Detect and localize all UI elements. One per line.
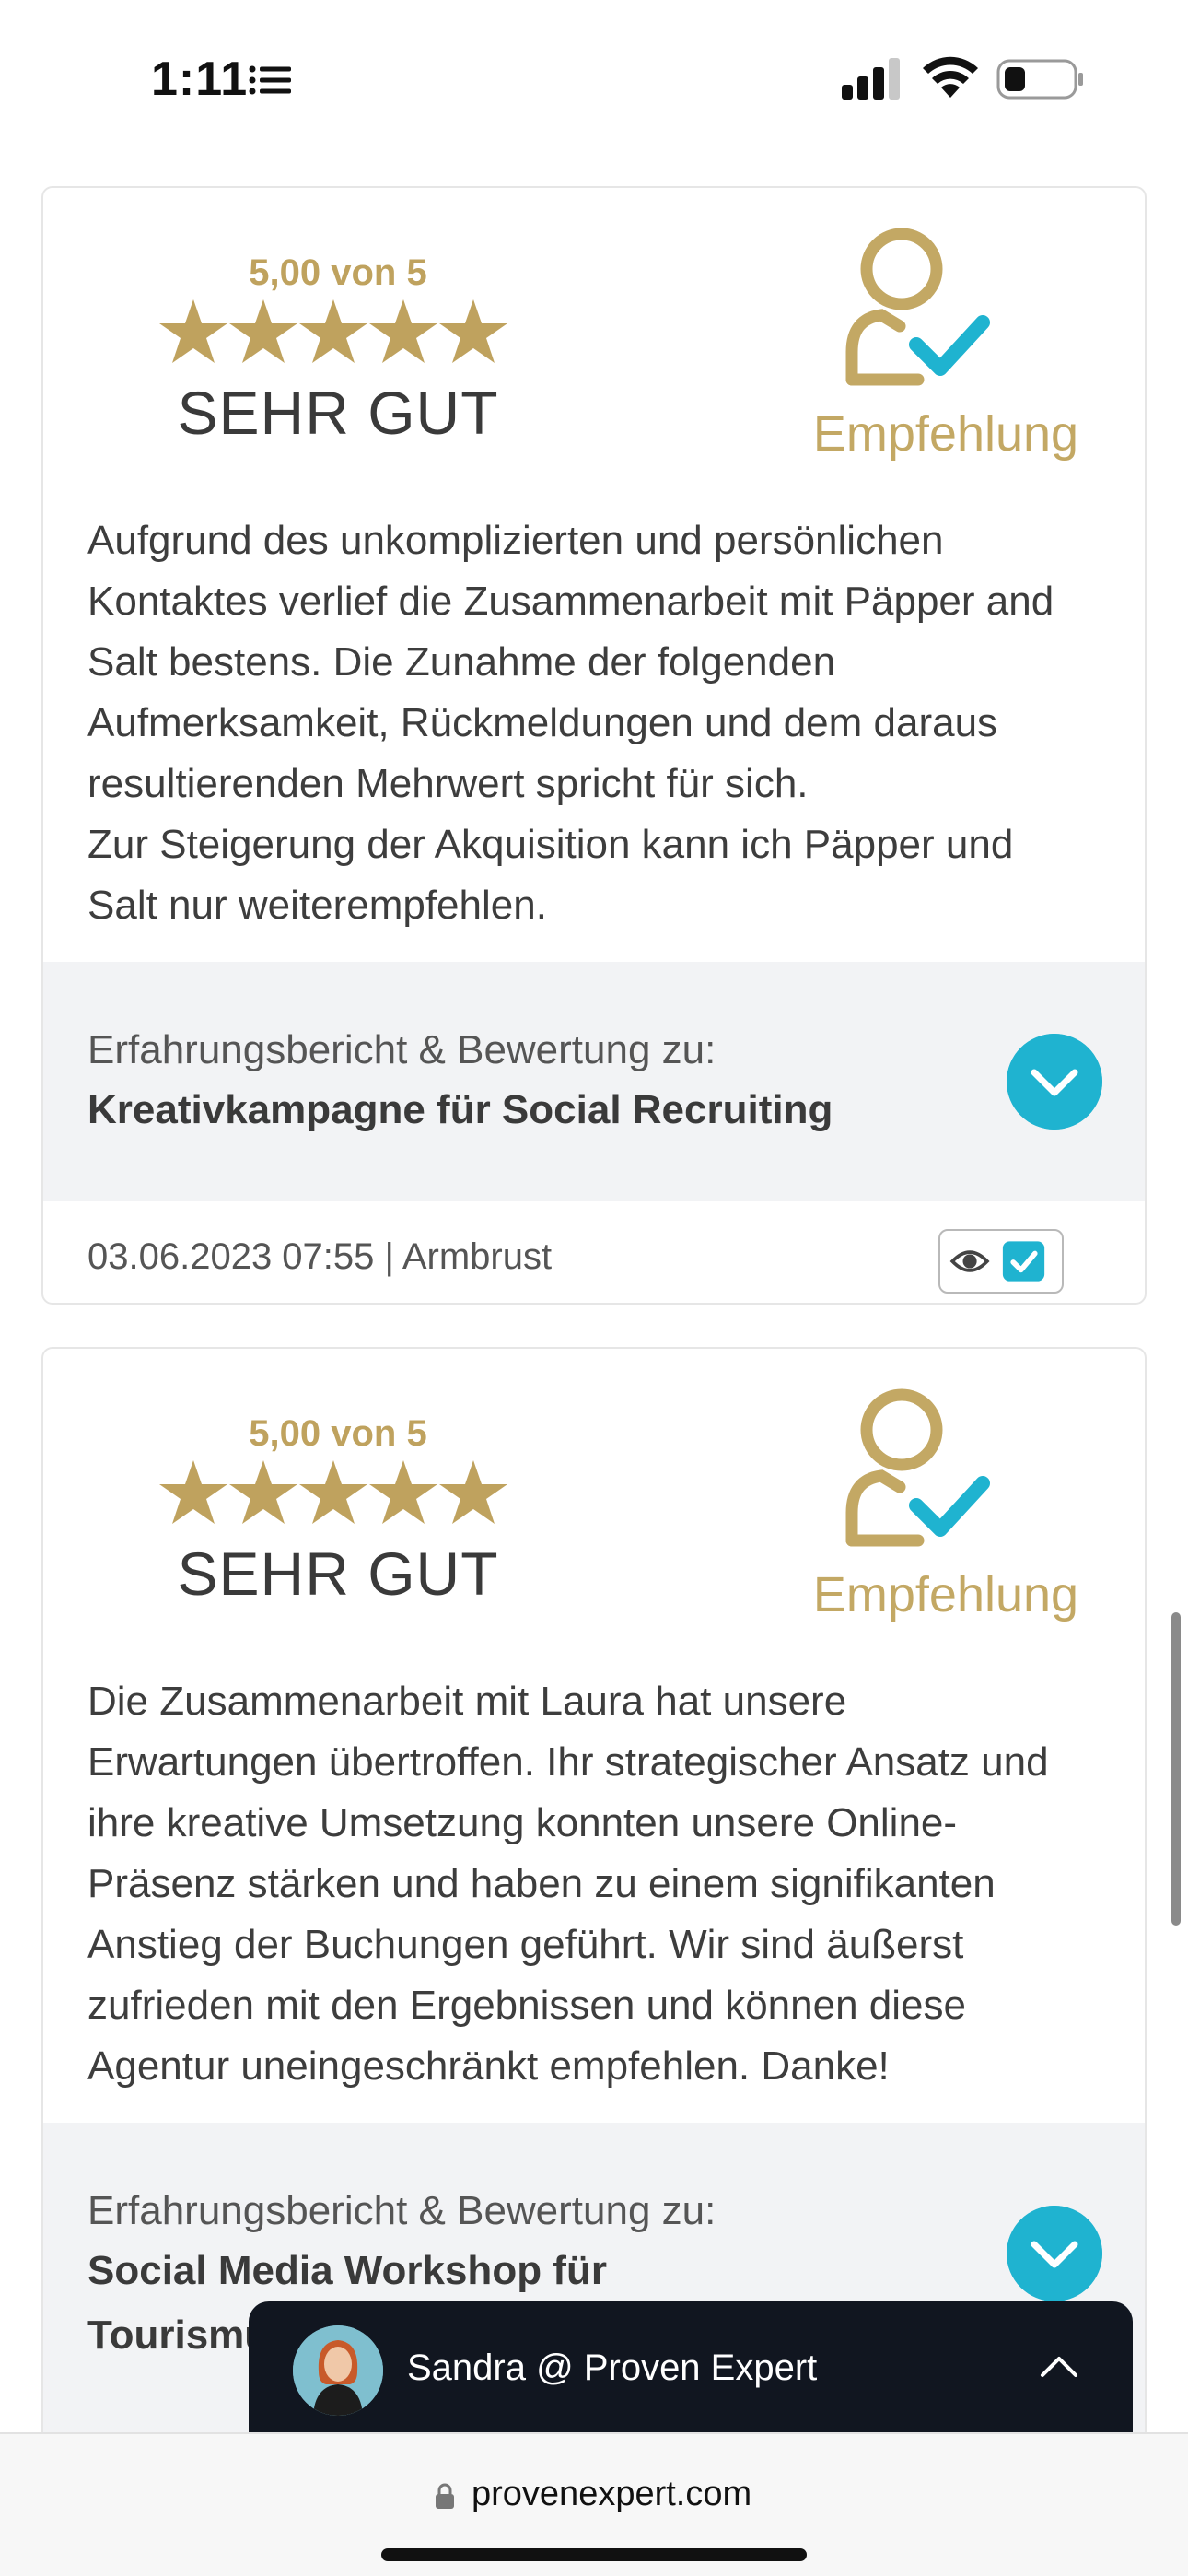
star-rating-icon [159,299,507,363]
review-text-line: resultierenden Mehrwert spricht für sich… [87,761,809,806]
verified-review-badge-icon[interactable] [938,1229,1064,1294]
review-text-line: Aufgrund des unkomplizierten und persönl… [87,518,944,563]
project-box: Erfahrungsbericht & Bewertung zu: Kreati… [43,962,1145,1201]
review-text-line: Salt bestens. Die Zunahme der folgenden [87,639,836,685]
chat-agent-label: Sandra @ Proven Expert [407,2348,818,2388]
recommendation-user-check-icon [845,1388,990,1547]
chat-widget[interactable]: Sandra @ Proven Expert [249,2301,1133,2440]
recommendation-label: Empfehlung [812,1567,1079,1622]
status-bar: 1:11 [0,0,1188,157]
avatar-person-icon [293,2325,383,2416]
status-time: 1:11 [151,53,249,106]
expand-chevron-button[interactable] [1007,1034,1102,1130]
rating-score: 5,00 von 5 [249,252,427,293]
project-caption: Erfahrungsbericht & Bewertung zu: [87,2188,716,2233]
review-text-line: Die Zusammenarbeit mit Laura hat unsere [87,1679,847,1724]
url-text[interactable]: provenexpert.com [472,2475,751,2514]
review-text-line: Salt nur weiterempfehlen. [87,883,547,928]
scroll-indicator[interactable] [1171,1612,1181,1926]
review-text-line: Erwartungen übertroffen. Ihr strategisch… [87,1739,1049,1785]
rating-score: 5,00 von 5 [249,1413,427,1454]
project-caption: Erfahrungsbericht & Bewertung zu: [87,1027,716,1072]
review-text-line: Anstieg der Buchungen geführt. Wir sind … [87,1922,964,1967]
expand-chevron-button[interactable] [1007,2206,1102,2301]
review-header: 5,00 von 5 SEHR GUT Empfehlung [43,1349,1145,1671]
review-card: 5,00 von 5 SEHR GUT Empfehlung Die Zusam… [41,1347,1147,2453]
chevron-up-icon[interactable] [1039,2353,1079,2381]
avatar [293,2325,383,2416]
review-text-line: Agentur uneingeschränkt empfehlen. Danke… [87,2043,890,2089]
project-name: Kreativkampagne für Social Recruiting [87,1087,833,1132]
review-date-author: 03.06.2023 07:55 | Armbrust [87,1236,553,1277]
review-text: Aufgrund des unkomplizierten und persönl… [43,510,1145,936]
browser-url-bar[interactable]: provenexpert.com [0,2432,1188,2576]
rating-verdict: SEHR GUT [177,1540,499,1608]
recommendation-user-check-icon [845,228,990,386]
review-card: 5,00 von 5 SEHR GUT Empfehlung Aufgrund … [41,186,1147,1305]
review-text-line: Aufmerksamkeit, Rückmeldungen und dem da… [87,700,998,745]
rating-verdict: SEHR GUT [177,379,499,447]
wifi-icon [923,56,978,98]
review-text-line: ihre kreative Umsetzung konnten unsere O… [87,1800,958,1845]
review-text-line: Präsenz stärken und haben zu einem signi… [87,1861,996,1906]
focus-list-icon [249,65,291,95]
review-text-line: Kontaktes verlief die Zusammenarbeit mit… [87,579,1054,624]
cellular-signal-icon [842,58,900,100]
recommendation-label: Empfehlung [812,406,1079,462]
lock-icon [436,2483,454,2509]
home-indicator[interactable] [381,2548,807,2561]
review-text-line: zufrieden mit den Ergebnissen und können… [87,1983,966,2028]
review-meta-row: 03.06.2023 07:55 | Armbrust [43,1201,1145,1303]
battery-icon [996,59,1083,100]
review-header: 5,00 von 5 SEHR GUT Empfehlung [43,188,1145,510]
star-rating-icon [159,1460,507,1524]
review-text-line: Zur Steigerung der Akquisition kann ich … [87,822,1014,867]
review-text: Die Zusammenarbeit mit Laura hat unsere … [43,1671,1145,2097]
